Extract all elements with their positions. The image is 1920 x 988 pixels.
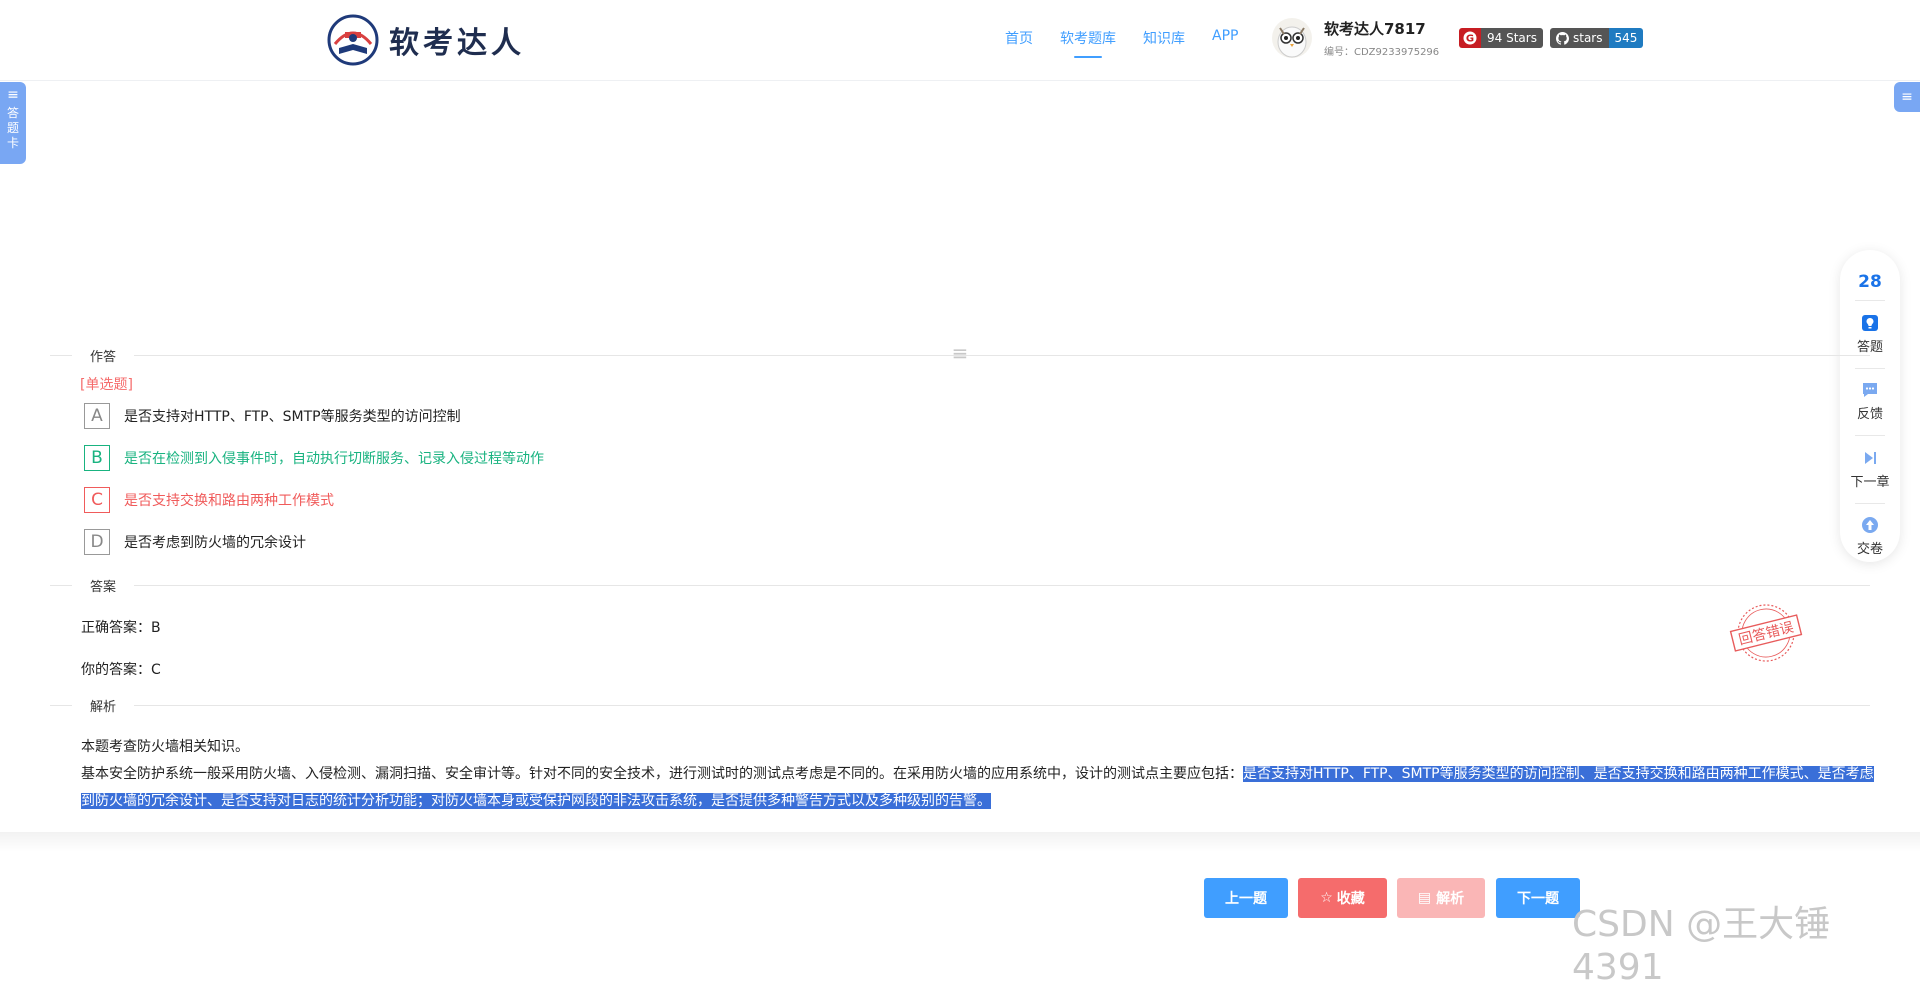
star-icon: ☆ xyxy=(1320,890,1333,906)
question-count: 28 xyxy=(1858,272,1882,292)
answer-card-tab[interactable]: ≡ 答 题 卡 xyxy=(0,82,26,164)
option-letter: C xyxy=(84,487,110,513)
nav-question-bank[interactable]: 软考题库 xyxy=(1060,28,1116,58)
favorite-button[interactable]: ☆ 收藏 xyxy=(1298,878,1387,918)
next-chapter-button[interactable]: 下一章 xyxy=(1850,444,1890,495)
option-letter: B xyxy=(84,445,110,471)
feedback-icon xyxy=(1862,383,1877,398)
feedback-button[interactable]: 反馈 xyxy=(1857,376,1883,427)
prev-question-button[interactable]: 上一题 xyxy=(1204,878,1288,918)
analysis-line: 基本安全防护系统一般采用防火墙、入侵检测、漏洞扫描、安全审计等。针对不同的安全技… xyxy=(81,766,1874,809)
github-stars-badge[interactable]: stars 545 xyxy=(1550,28,1644,48)
correct-answer: 正确答案：B xyxy=(81,620,161,636)
option-b[interactable]: B 是否在检测到入侵事件时，自动执行切断服务、记录入侵过程等动作 xyxy=(84,445,544,471)
avatar[interactable] xyxy=(1272,18,1312,58)
your-answer: 你的答案：C xyxy=(81,662,161,678)
drag-handle-icon[interactable]: ≡ xyxy=(948,343,972,363)
option-text: 是否考虑到防火墙的冗余设计 xyxy=(124,535,306,551)
analysis-button[interactable]: ▤ 解析 xyxy=(1397,878,1485,918)
menu-icon: ≡ xyxy=(1901,89,1913,105)
section-answer-label: 答案 xyxy=(72,576,135,595)
gitee-stars-badge[interactable]: G 94 Stars xyxy=(1459,28,1543,48)
github-stars-label: stars xyxy=(1573,31,1603,45)
user-name: 软考达人7817 xyxy=(1324,20,1426,38)
answer-button[interactable]: 答题 xyxy=(1857,309,1883,360)
answer-icon xyxy=(1861,314,1878,331)
option-a[interactable]: A 是否支持对HTTP、FTP、SMTP等服务类型的访问控制 xyxy=(84,403,461,429)
github-icon xyxy=(1556,31,1569,45)
option-letter: D xyxy=(84,529,110,555)
submit-icon xyxy=(1861,517,1878,534)
nav-app[interactable]: APP xyxy=(1212,28,1238,48)
divider xyxy=(50,705,1870,706)
right-menu-tab[interactable]: ≡ xyxy=(1894,82,1920,112)
header: 软考达人 首页 软考题库 知识库 APP 软考达人7817 编号：CDZ9233… xyxy=(0,0,1920,81)
document-icon: ▤ xyxy=(1417,890,1432,906)
main-nav: 首页 软考题库 知识库 APP xyxy=(1005,28,1265,58)
option-text: 是否支持对HTTP、FTP、SMTP等服务类型的访问控制 xyxy=(124,409,461,425)
analysis-text: 本题考查防火墙相关知识。 基本安全防护系统一般采用防火墙、入侵检测、漏洞扫描、安… xyxy=(81,734,1881,815)
option-d[interactable]: D 是否考虑到防火墙的冗余设计 xyxy=(84,529,306,555)
option-text: 是否支持交换和路由两种工作模式 xyxy=(124,493,334,509)
option-c[interactable]: C 是否支持交换和路由两种工作模式 xyxy=(84,487,334,513)
option-text: 是否在检测到入侵事件时，自动执行切断服务、记录入侵过程等动作 xyxy=(124,451,544,467)
nav-knowledge-base[interactable]: 知识库 xyxy=(1143,28,1185,48)
owl-avatar-icon xyxy=(1277,26,1307,58)
user-id: 编号：CDZ9233975296 xyxy=(1324,47,1440,58)
divider xyxy=(50,585,1870,586)
submit-button[interactable]: 交卷 xyxy=(1857,511,1883,562)
svg-text:G: G xyxy=(1466,34,1474,45)
wrong-answer-stamp: 回答错误 xyxy=(1729,604,1803,662)
next-chapter-icon xyxy=(1864,451,1876,464)
logo-text: 软考达人 xyxy=(389,26,525,61)
section-answer-area-label: 作答 xyxy=(72,346,135,365)
watermark: CSDN @王大锤4391 xyxy=(1572,904,1831,988)
nav-home[interactable]: 首页 xyxy=(1005,28,1033,48)
gitee-stars-label: 94 Stars xyxy=(1481,28,1543,48)
section-analysis-label: 解析 xyxy=(72,696,135,715)
menu-icon: ≡ xyxy=(7,87,19,103)
option-letter: A xyxy=(84,403,110,429)
next-question-button[interactable]: 下一题 xyxy=(1496,878,1580,918)
question-type: [单选题] xyxy=(80,377,133,393)
your-answer-value: C xyxy=(151,662,161,678)
right-tool-panel: 28 答题 反馈 下一章 交卷 xyxy=(1840,250,1900,562)
correct-answer-value: B xyxy=(151,620,161,636)
user-profile[interactable]: 软考达人7817 编号：CDZ9233975296 xyxy=(1272,18,1439,58)
github-stars-count: 545 xyxy=(1608,28,1644,48)
analysis-line: 本题考查防火墙相关知识。 xyxy=(81,739,249,755)
gitee-icon: G xyxy=(1459,28,1481,48)
logo[interactable]: 软考达人 xyxy=(327,14,525,66)
logo-emblem-icon xyxy=(327,14,379,66)
